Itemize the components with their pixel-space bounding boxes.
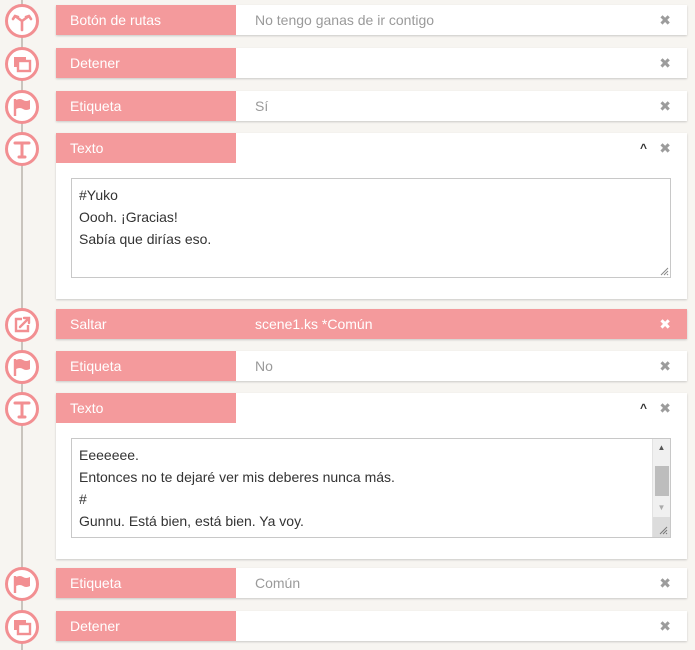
command-row-text[interactable]: Texto ^ ✖ xyxy=(56,133,687,163)
text-icon xyxy=(5,132,39,166)
jump-icon xyxy=(5,308,39,342)
command-value[interactable]: Común xyxy=(255,568,300,598)
command-row-text[interactable]: Texto ^ ✖ xyxy=(56,393,687,423)
flag-icon xyxy=(5,350,39,384)
command-row-label[interactable]: Etiqueta No ✖ xyxy=(56,351,687,381)
command-label: Texto xyxy=(56,133,236,163)
collapse-icon[interactable]: ^ xyxy=(640,133,647,163)
text-command-panel: Texto ^ ✖ #Yuko Oooh. ¡Gracias! Sabía qu… xyxy=(56,133,687,299)
delete-icon[interactable]: ✖ xyxy=(659,48,671,78)
command-row-label[interactable]: Etiqueta Común ✖ xyxy=(56,568,687,598)
resize-grip-icon[interactable] xyxy=(658,525,668,535)
command-label: Etiqueta xyxy=(56,351,236,381)
text-icon xyxy=(5,392,39,426)
stop-icon xyxy=(5,47,39,81)
delete-icon[interactable]: ✖ xyxy=(659,309,671,339)
command-row-stop[interactable]: Detener ✖ xyxy=(56,611,687,641)
vertical-scrollbar[interactable]: ▲ ▼ xyxy=(652,439,670,537)
delete-icon[interactable]: ✖ xyxy=(659,5,671,35)
resize-corner[interactable] xyxy=(653,517,670,537)
delete-icon[interactable]: ✖ xyxy=(659,133,671,163)
command-label: Etiqueta xyxy=(56,91,236,121)
text-line: Gunnu. Está bien, está bien. Ya voy. xyxy=(79,513,304,529)
command-label: Botón de rutas xyxy=(56,5,236,35)
text-line: #Yuko xyxy=(79,187,118,203)
text-editor[interactable]: Eeeeeee. Entonces no te dejaré ver mis d… xyxy=(71,438,671,538)
text-line: Entonces no te dejaré ver mis deberes nu… xyxy=(79,469,395,485)
text-line: Sabía que dirías eso. xyxy=(79,231,212,247)
scroll-thumb[interactable] xyxy=(655,466,669,496)
scroll-down-icon[interactable]: ▼ xyxy=(653,499,670,517)
command-value[interactable]: scene1.ks *Común xyxy=(255,309,373,339)
collapse-icon[interactable]: ^ xyxy=(640,393,647,423)
text-line: Eeeeeee. xyxy=(79,447,139,463)
delete-icon[interactable]: ✖ xyxy=(659,568,671,598)
command-label: Etiqueta xyxy=(56,568,236,598)
resize-grip-icon[interactable] xyxy=(659,266,669,276)
route-button-icon xyxy=(5,4,39,38)
command-row-route-button[interactable]: Botón de rutas No tengo ganas de ir cont… xyxy=(56,5,687,35)
command-value[interactable]: No tengo ganas de ir contigo xyxy=(255,5,434,35)
command-label: Detener xyxy=(56,48,236,78)
command-label: Detener xyxy=(56,611,236,641)
delete-icon[interactable]: ✖ xyxy=(659,393,671,423)
command-label: Texto xyxy=(56,393,236,423)
stop-icon xyxy=(5,610,39,644)
command-value[interactable]: No xyxy=(255,351,273,381)
text-command-panel: Texto ^ ✖ Eeeeeee. Entonces no te dejaré… xyxy=(56,393,687,559)
text-line: # xyxy=(79,491,87,507)
command-label: Saltar xyxy=(56,309,236,339)
flag-icon xyxy=(5,90,39,124)
flag-icon xyxy=(5,567,39,601)
command-row-label[interactable]: Etiqueta Sí ✖ xyxy=(56,91,687,121)
text-line: Oooh. ¡Gracias! xyxy=(79,209,178,225)
delete-icon[interactable]: ✖ xyxy=(659,91,671,121)
scroll-up-icon[interactable]: ▲ xyxy=(653,439,670,457)
command-row-stop[interactable]: Detener ✖ xyxy=(56,48,687,78)
delete-icon[interactable]: ✖ xyxy=(659,611,671,641)
command-row-jump[interactable]: Saltar scene1.ks *Común ✖ xyxy=(56,309,687,339)
delete-icon[interactable]: ✖ xyxy=(659,351,671,381)
text-editor[interactable]: #Yuko Oooh. ¡Gracias! Sabía que dirías e… xyxy=(71,178,671,278)
command-value[interactable]: Sí xyxy=(255,91,268,121)
